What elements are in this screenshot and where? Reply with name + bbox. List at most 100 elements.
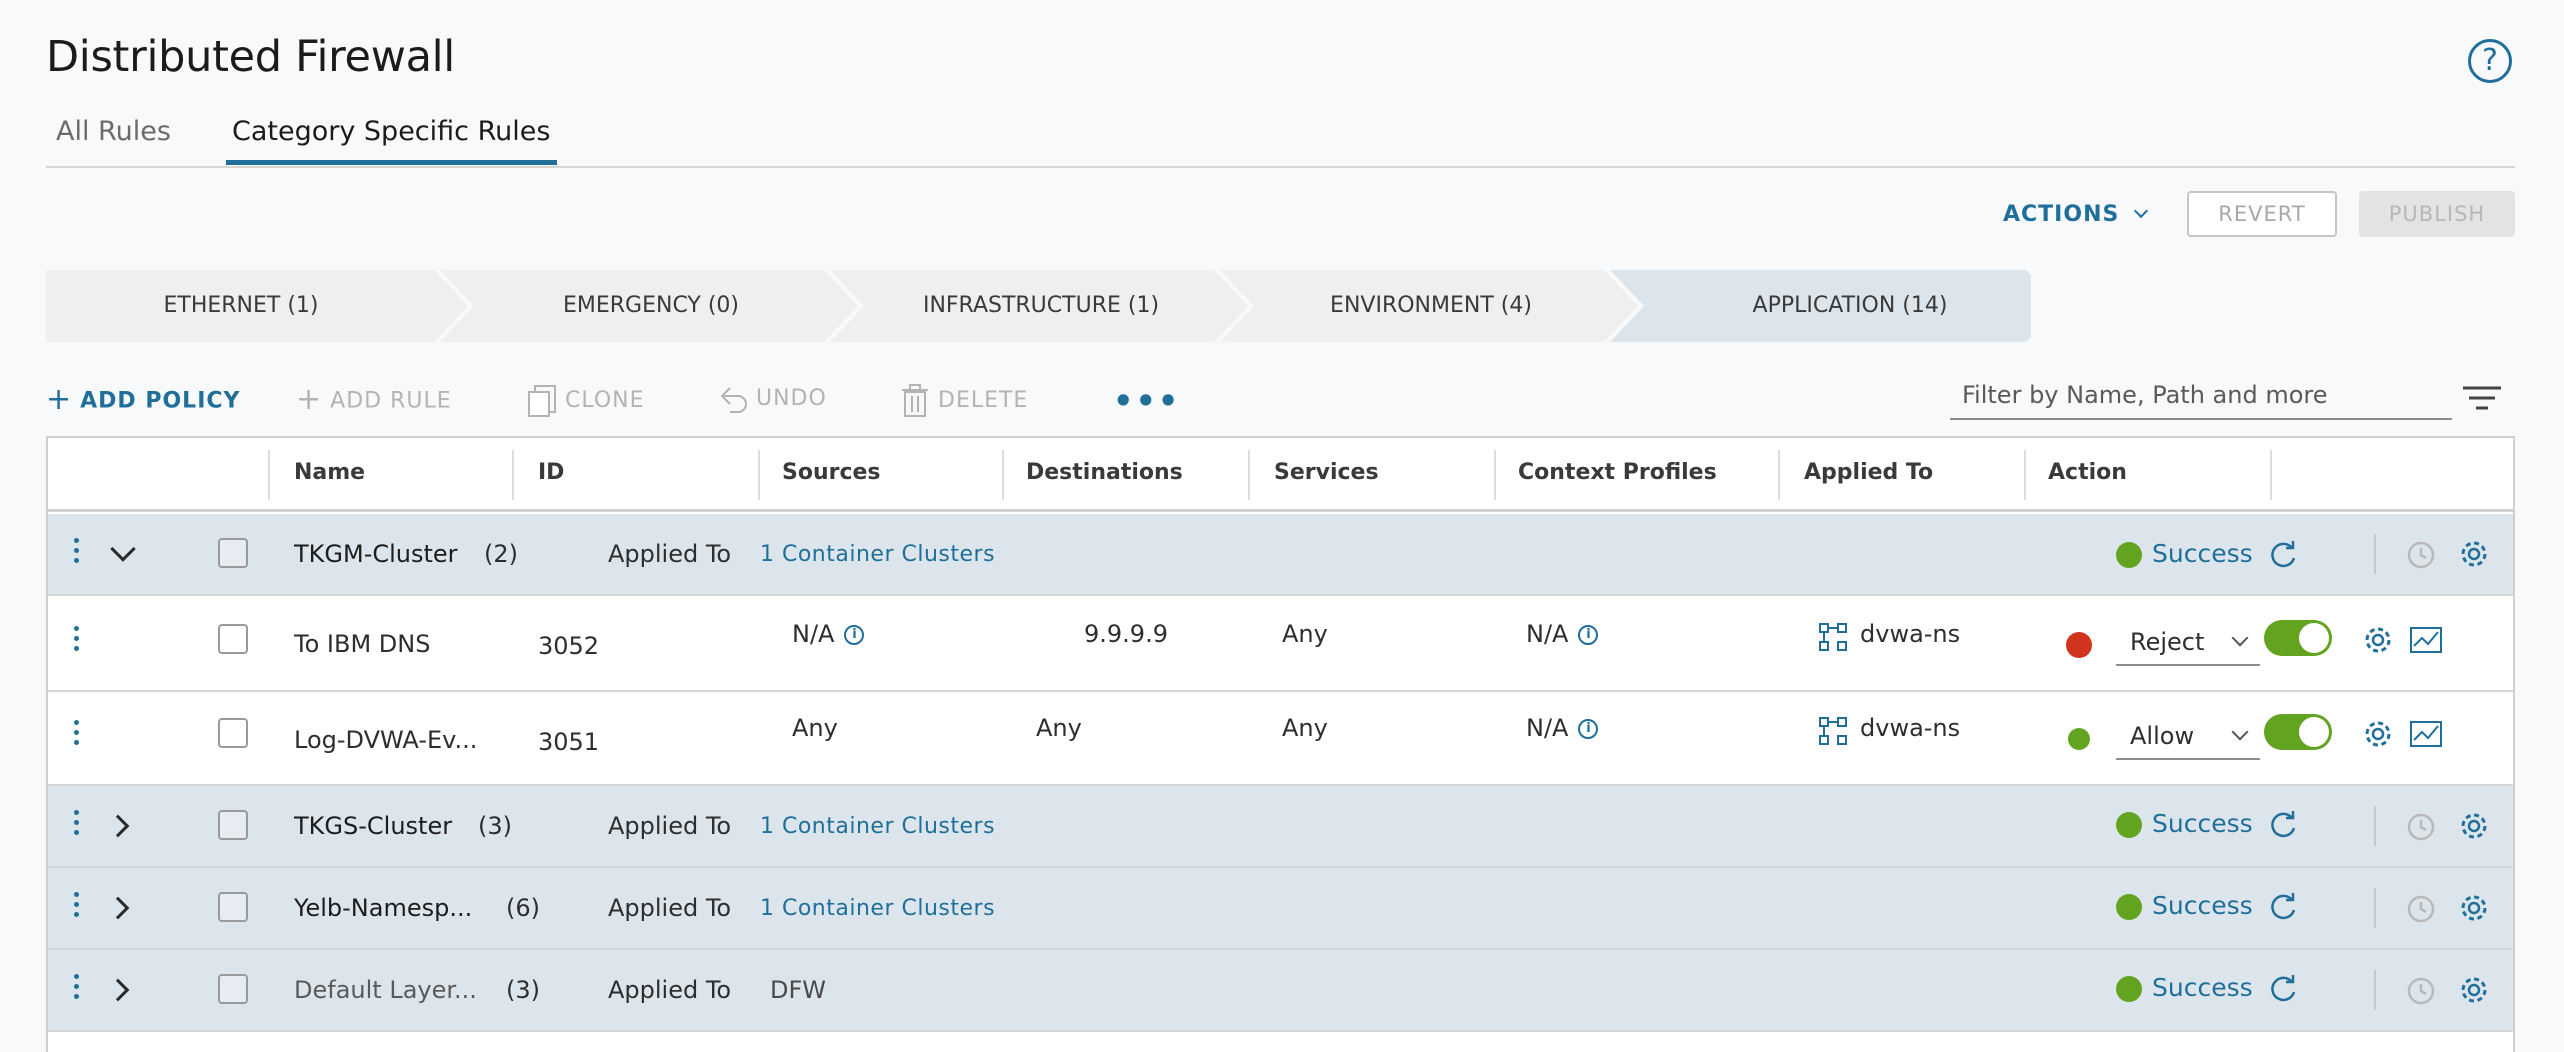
history-icon[interactable] xyxy=(2406,540,2436,570)
category-ribbon: ETHERNET (1) EMERGENCY (0) INFRASTRUCTUR… xyxy=(46,270,2031,342)
gear-icon[interactable] xyxy=(2458,810,2490,842)
gear-icon[interactable] xyxy=(2458,892,2490,924)
info-icon[interactable]: i xyxy=(1578,625,1599,645)
category-emergency[interactable]: EMERGENCY (0) xyxy=(466,270,836,342)
policy-checkbox[interactable] xyxy=(218,538,248,568)
status-text[interactable]: Success xyxy=(2152,539,2253,568)
tab-all-rules[interactable]: All Rules xyxy=(56,116,171,147)
more-actions-icon[interactable]: ••• xyxy=(1113,382,1180,420)
chevron-down-icon xyxy=(2133,203,2149,219)
actions-dropdown[interactable]: ACTIONS xyxy=(2003,202,2149,227)
category-application[interactable]: APPLICATION (14) xyxy=(1640,270,2060,342)
rule-destinations[interactable]: Any xyxy=(1036,714,1082,742)
rule-enabled-toggle[interactable] xyxy=(2264,620,2332,656)
revert-button[interactable]: REVERT xyxy=(2187,191,2337,237)
applied-to-link[interactable]: 1 Container Clusters xyxy=(760,896,995,921)
kebab-menu-icon[interactable] xyxy=(74,626,80,656)
rule-context-profiles[interactable]: N/A i xyxy=(1526,714,1599,742)
row-separator xyxy=(2374,806,2376,846)
rule-destinations[interactable]: 9.9.9.9 xyxy=(1084,620,1168,648)
history-icon[interactable] xyxy=(2406,976,2436,1006)
action-select[interactable]: Allow xyxy=(2116,714,2260,760)
refresh-icon[interactable] xyxy=(2268,892,2298,922)
category-infrastructure[interactable]: INFRASTRUCTURE (1) xyxy=(856,270,1226,342)
kebab-menu-icon[interactable] xyxy=(74,974,80,1004)
rule-checkbox[interactable] xyxy=(218,624,248,654)
chevron-right-icon[interactable] xyxy=(106,978,130,1002)
policy-checkbox[interactable] xyxy=(218,810,248,840)
column-action[interactable]: Action xyxy=(2048,460,2127,485)
stats-graph-icon[interactable] xyxy=(2410,720,2442,748)
chevron-right-icon[interactable] xyxy=(106,814,130,838)
policy-checkbox[interactable] xyxy=(218,974,248,1004)
info-icon[interactable]: i xyxy=(1578,719,1599,739)
rule-checkbox[interactable] xyxy=(218,718,248,748)
chevron-right-icon[interactable] xyxy=(106,896,130,920)
rule-context-profiles-value: N/A xyxy=(1526,714,1569,742)
help-icon[interactable]: ? xyxy=(2468,39,2512,83)
tab-category-specific-rules[interactable]: Category Specific Rules xyxy=(232,116,550,147)
rule-sources[interactable]: N/A i xyxy=(792,620,865,648)
category-ethernet[interactable]: ETHERNET (1) xyxy=(46,270,436,342)
policy-row[interactable]: Yelb-Namesp... (6) Applied To 1 Containe… xyxy=(48,868,2513,950)
status-text[interactable]: Success xyxy=(2152,809,2253,838)
refresh-icon[interactable] xyxy=(2268,974,2298,1004)
status-text[interactable]: Success xyxy=(2152,973,2253,1002)
policy-row[interactable]: Default Layer... (3) Applied To DFW Succ… xyxy=(48,950,2513,1032)
column-id[interactable]: ID xyxy=(538,460,564,485)
status-text[interactable]: Success xyxy=(2152,891,2253,920)
stats-graph-icon[interactable] xyxy=(2410,626,2442,654)
rule-services[interactable]: Any xyxy=(1282,620,1328,648)
rule-row[interactable]: Log-DVWA-Ev... 3051 Any Any Any N/A i dvw… xyxy=(48,692,2513,786)
rule-applied-to[interactable]: dvwa-ns xyxy=(1860,714,1960,742)
applied-to-link[interactable]: 1 Container Clusters xyxy=(760,542,995,567)
category-environment[interactable]: ENVIRONMENT (4) xyxy=(1246,270,1616,342)
chevron-down-icon[interactable] xyxy=(110,536,136,562)
rule-name[interactable]: To IBM DNS xyxy=(294,630,430,658)
history-icon[interactable] xyxy=(2406,812,2436,842)
kebab-menu-icon[interactable] xyxy=(74,892,80,922)
rule-row[interactable]: To IBM DNS 3052 N/A i 9.9.9.9 Any N/A i dv… xyxy=(48,598,2513,692)
column-destinations[interactable]: Destinations xyxy=(1026,460,1183,485)
add-rule-button[interactable]: + ADD RULE xyxy=(296,382,452,419)
rule-context-profiles[interactable]: N/A i xyxy=(1526,620,1599,648)
rule-services[interactable]: Any xyxy=(1282,714,1328,742)
column-sources[interactable]: Sources xyxy=(782,460,881,485)
info-icon[interactable]: i xyxy=(844,625,865,645)
gear-icon[interactable] xyxy=(2362,718,2394,750)
history-icon[interactable] xyxy=(2406,894,2436,924)
rule-enabled-toggle[interactable] xyxy=(2264,714,2332,750)
add-policy-button[interactable]: + ADD POLICY xyxy=(46,382,241,419)
kebab-menu-icon[interactable] xyxy=(74,810,80,840)
filter-field[interactable] xyxy=(1950,372,2452,420)
gear-icon[interactable] xyxy=(2362,624,2394,656)
rule-applied-to[interactable]: dvwa-ns xyxy=(1860,620,1960,648)
refresh-icon[interactable] xyxy=(2268,810,2298,840)
refresh-icon[interactable] xyxy=(2268,540,2298,570)
action-select[interactable]: Reject xyxy=(2116,620,2260,666)
policy-checkbox[interactable] xyxy=(218,892,248,922)
policy-row[interactable]: TKGS-Cluster (3) Applied To 1 Container … xyxy=(48,786,2513,868)
rule-sources[interactable]: Any xyxy=(792,714,838,742)
column-name[interactable]: Name xyxy=(294,460,365,485)
gear-icon[interactable] xyxy=(2458,974,2490,1006)
rule-name[interactable]: Log-DVWA-Ev... xyxy=(294,726,477,754)
clone-button[interactable]: CLONE xyxy=(527,384,645,418)
column-applied-to[interactable]: Applied To xyxy=(1804,460,1933,485)
gear-icon[interactable] xyxy=(2458,538,2490,570)
column-context-profiles[interactable]: Context Profiles xyxy=(1518,460,1717,485)
publish-button[interactable]: PUBLISH xyxy=(2359,191,2515,237)
policy-row[interactable]: TKGM-Cluster (2) Applied To 1 Container … xyxy=(48,514,2513,596)
applied-to-link[interactable]: 1 Container Clusters xyxy=(760,814,995,839)
filter-input[interactable] xyxy=(1950,372,2452,418)
policy-rule-count: (3) xyxy=(478,812,512,840)
policy-name: Default Layer... xyxy=(294,976,477,1004)
kebab-menu-icon[interactable] xyxy=(74,720,80,750)
column-services[interactable]: Services xyxy=(1274,460,1379,485)
filter-icon[interactable] xyxy=(2461,384,2503,412)
add-policy-label: ADD POLICY xyxy=(80,388,241,414)
delete-button[interactable]: DELETE xyxy=(900,384,1028,418)
policy-name: Yelb-Namesp... xyxy=(294,894,473,922)
undo-button[interactable]: UNDO xyxy=(718,384,827,414)
kebab-menu-icon[interactable] xyxy=(74,538,80,568)
